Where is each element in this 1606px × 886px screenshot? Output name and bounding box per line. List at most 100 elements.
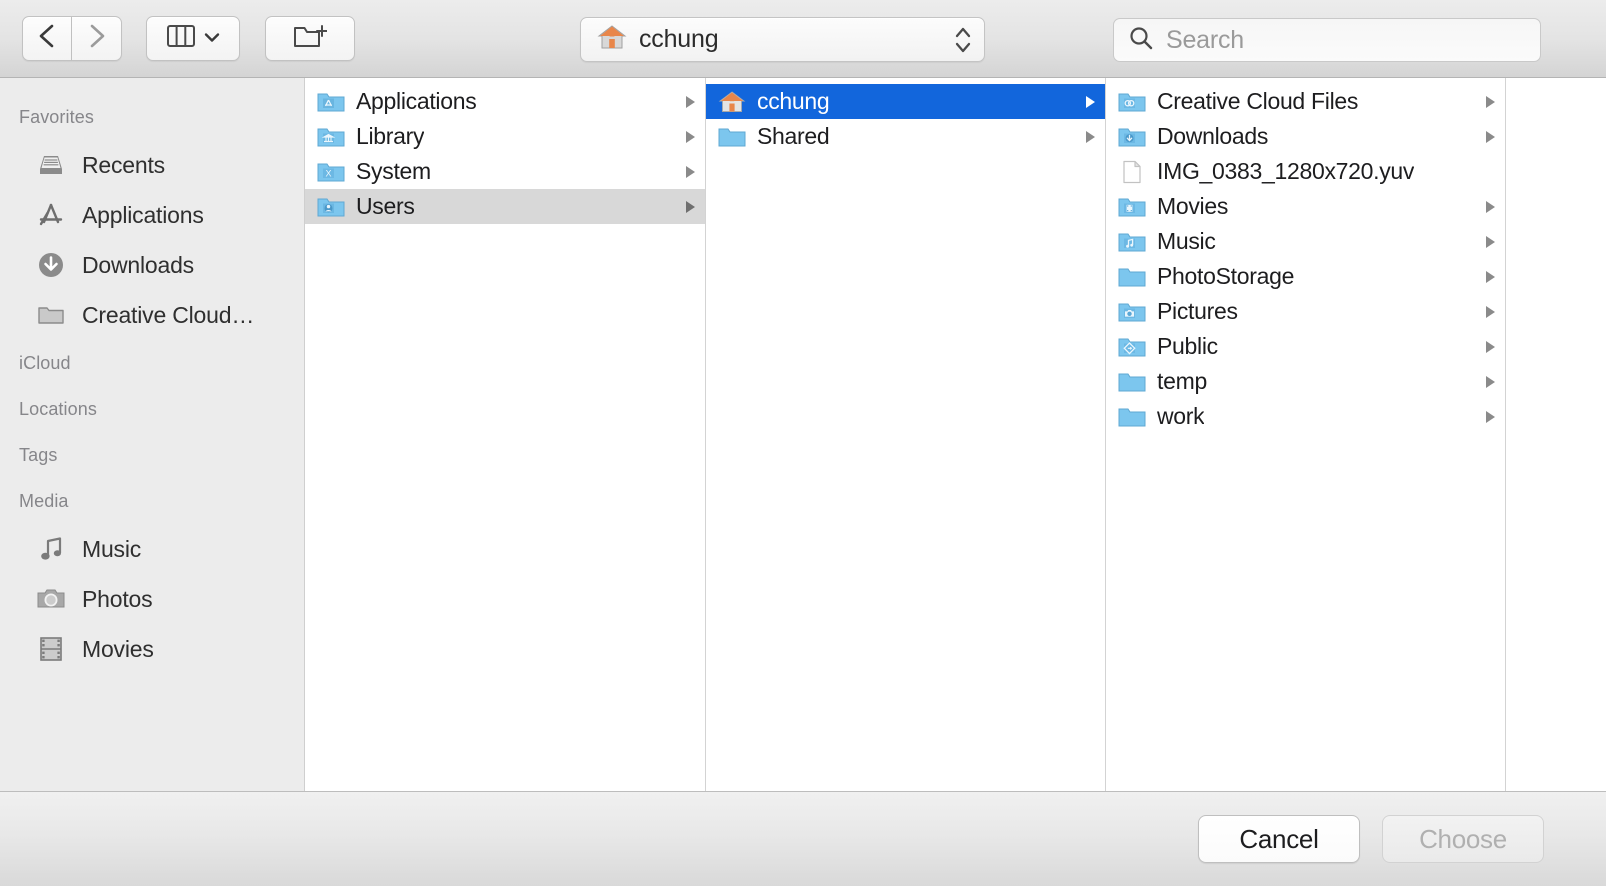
row-label: Users: [356, 193, 415, 219]
sidebar-item-music[interactable]: Music: [0, 524, 304, 574]
row-label: cchung: [757, 88, 830, 114]
row-label: Creative Cloud Files: [1157, 88, 1359, 114]
folder-icon: [36, 300, 66, 330]
folder-public-icon: [1118, 333, 1146, 361]
folder-music-icon: [1118, 228, 1146, 256]
folder-creative-cloud-icon: [1118, 88, 1146, 116]
folder-pictures-icon: [1118, 298, 1146, 326]
table-row-selected[interactable]: Users: [305, 189, 705, 224]
folder-system-icon: X: [317, 158, 345, 186]
sidebar-header-icloud: iCloud: [19, 353, 71, 373]
path-popup-label: cchung: [639, 25, 719, 53]
sidebar-item-label: Creative Cloud…: [82, 301, 255, 328]
table-row[interactable]: Downloads: [1106, 119, 1505, 154]
disclosure-arrow-icon: [1483, 94, 1497, 110]
folder-icon: [718, 123, 746, 151]
column-empty[interactable]: [1506, 78, 1606, 791]
row-label: Movies: [1157, 193, 1229, 219]
sidebar-item-applications[interactable]: Applications: [0, 190, 304, 240]
column-users[interactable]: cchung Shared: [706, 78, 1106, 791]
search-input[interactable]: Search: [1113, 18, 1541, 62]
folder-downloads-icon: [1118, 123, 1146, 151]
table-row[interactable]: work: [1106, 399, 1505, 434]
film-icon: [36, 634, 66, 664]
folder-movies-icon: [1118, 193, 1146, 221]
sidebar-header-favorites: Favorites: [19, 107, 94, 127]
recents-icon: [36, 150, 66, 180]
disclosure-arrow-icon: [1083, 94, 1097, 110]
sidebar-item-movies[interactable]: Movies: [0, 624, 304, 674]
table-row[interactable]: Applications: [305, 84, 705, 119]
row-label: System: [356, 158, 431, 184]
row-label: Library: [356, 123, 425, 149]
sidebar-item-label: Downloads: [82, 251, 194, 278]
row-label: PhotoStorage: [1157, 263, 1295, 289]
disclosure-arrow-icon: [1483, 339, 1497, 355]
disclosure-arrow-icon: [1483, 409, 1497, 425]
table-row[interactable]: Music: [1106, 224, 1505, 259]
chevron-down-icon: [204, 30, 220, 48]
column-root[interactable]: Applications Library X System Users: [305, 78, 706, 791]
table-row[interactable]: IMG_0383_1280x720.yuv: [1106, 154, 1505, 189]
row-label: Public: [1157, 333, 1218, 359]
table-row[interactable]: Pictures: [1106, 294, 1505, 329]
sidebar-item-label: Photos: [82, 585, 153, 612]
home-icon: [597, 23, 627, 56]
folder-library-icon: [317, 123, 345, 151]
toolbar: cchung Search: [0, 0, 1606, 78]
camera-icon: [36, 584, 66, 614]
sidebar-item-label: Recents: [82, 151, 165, 178]
dialog-footer: Cancel Choose: [0, 791, 1606, 886]
sidebar-item-downloads[interactable]: Downloads: [0, 240, 304, 290]
home-icon: [718, 88, 746, 116]
folder-users-icon: [317, 193, 345, 221]
forward-button[interactable]: [72, 16, 122, 61]
disclosure-arrow-icon: [1483, 269, 1497, 285]
sidebar-item-label: Music: [82, 535, 142, 562]
sidebar: Favorites Recents Applications Downloads…: [0, 78, 305, 791]
column-cchung[interactable]: Creative Cloud Files Downloads IMG_0383_…: [1106, 78, 1506, 791]
path-popup-button[interactable]: cchung: [580, 17, 985, 62]
column-browser: Applications Library X System Users cchu…: [305, 78, 1606, 791]
downloads-icon: [36, 250, 66, 280]
table-row-selected[interactable]: cchung: [706, 84, 1105, 119]
disclosure-arrow-icon: [1483, 234, 1497, 250]
table-row[interactable]: PhotoStorage: [1106, 259, 1505, 294]
table-row[interactable]: Library: [305, 119, 705, 154]
folder-applications-icon: [317, 88, 345, 116]
disclosure-arrow-icon: [1483, 129, 1497, 145]
view-options-button[interactable]: [146, 16, 240, 61]
table-row[interactable]: temp: [1106, 364, 1505, 399]
sidebar-item-photos[interactable]: Photos: [0, 574, 304, 624]
table-row[interactable]: X System: [305, 154, 705, 189]
dialog-body: Favorites Recents Applications Downloads…: [0, 78, 1606, 791]
disclosure-arrow-icon: [683, 94, 697, 110]
sidebar-item-recents[interactable]: Recents: [0, 140, 304, 190]
table-row[interactable]: Public: [1106, 329, 1505, 364]
table-row[interactable]: Shared: [706, 119, 1105, 154]
chevron-right-icon: [87, 22, 107, 55]
disclosure-arrow-icon: [1483, 374, 1497, 390]
table-row[interactable]: Movies: [1106, 189, 1505, 224]
svg-text:X: X: [325, 168, 331, 178]
sidebar-header-tags: Tags: [19, 445, 58, 465]
sidebar-item-label: Movies: [82, 635, 154, 662]
applications-icon: [36, 200, 66, 230]
sidebar-item-creative-cloud[interactable]: Creative Cloud…: [0, 290, 304, 340]
disclosure-arrow-icon: [683, 164, 697, 180]
sidebar-header-locations: Locations: [19, 399, 97, 419]
choose-button[interactable]: Choose: [1382, 815, 1544, 863]
disclosure-arrow-icon: [1483, 304, 1497, 320]
row-label: Music: [1157, 228, 1216, 254]
file-picker-dialog: cchung Search Favorites Recents Applicat…: [0, 0, 1606, 886]
back-button[interactable]: [22, 16, 72, 61]
column-view-icon: [166, 25, 195, 52]
search-icon: [1128, 25, 1154, 56]
folder-icon: [1118, 368, 1146, 396]
table-row[interactable]: Creative Cloud Files: [1106, 84, 1505, 119]
cancel-button[interactable]: Cancel: [1198, 815, 1360, 863]
sidebar-item-label: Applications: [82, 201, 204, 228]
row-label: IMG_0383_1280x720.yuv: [1157, 158, 1415, 184]
row-label: temp: [1157, 368, 1207, 394]
new-folder-button[interactable]: [265, 16, 355, 61]
